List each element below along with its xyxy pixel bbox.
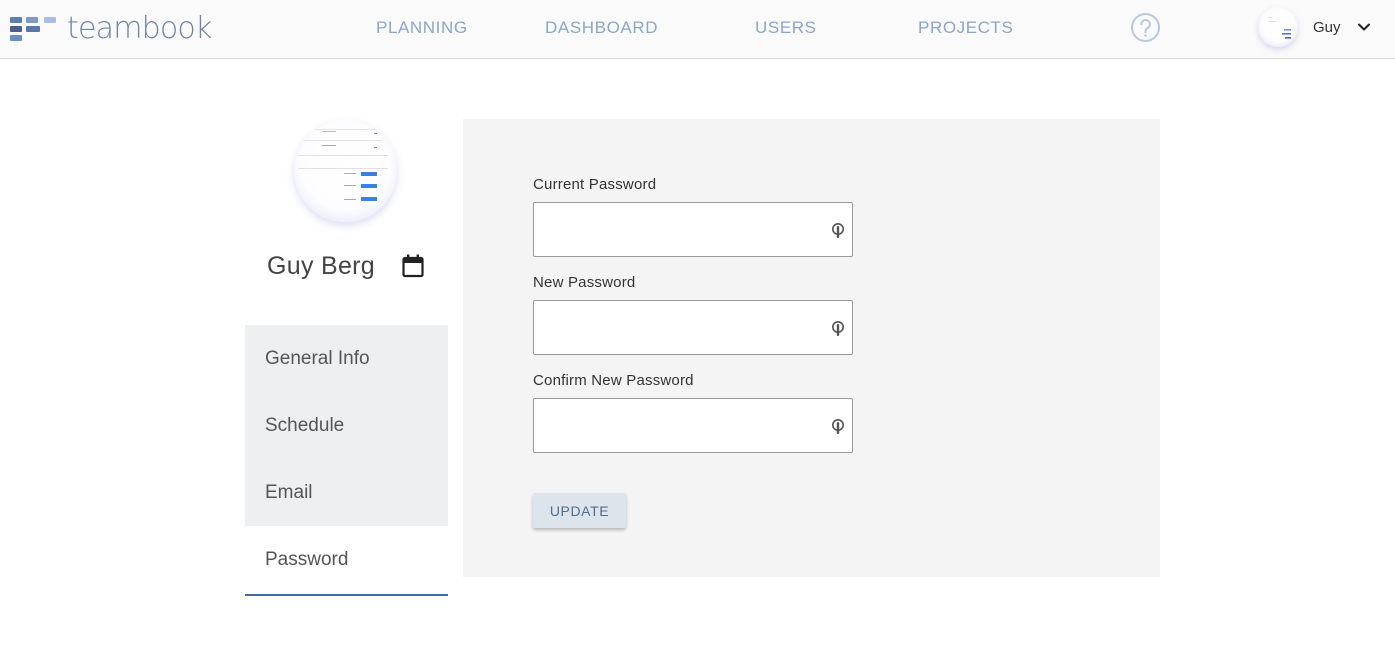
side-item-general-info[interactable]: General Info — [245, 325, 448, 392]
side-item-email[interactable]: Email — [245, 459, 448, 526]
logo-mark-icon — [10, 15, 58, 45]
app-name: teambook — [67, 11, 212, 46]
nav-dashboard[interactable]: DASHBOARD — [545, 18, 658, 38]
chevron-down-icon[interactable] — [1357, 20, 1371, 34]
current-password-input[interactable] — [534, 203, 852, 256]
side-item-label: General Info — [265, 347, 370, 369]
nav-projects[interactable]: PROJECTS — [918, 18, 1013, 38]
side-item-label: Password — [265, 549, 349, 570]
profile-avatar — [294, 119, 397, 222]
user-avatar[interactable] — [1258, 7, 1298, 47]
side-item-schedule[interactable]: Schedule — [245, 392, 448, 459]
key-icon[interactable] — [831, 320, 845, 337]
app-logo[interactable]: teambook — [10, 11, 212, 46]
password-form-panel: Current Password New Password Confirm Ne… — [463, 119, 1160, 577]
side-item-password[interactable]: Password — [245, 526, 448, 596]
side-item-label: Schedule — [265, 414, 345, 436]
avatar-image-icon — [1267, 17, 1291, 39]
calendar-icon[interactable] — [402, 254, 424, 278]
key-icon[interactable] — [831, 222, 845, 239]
update-button[interactable]: UPDATE — [533, 493, 626, 528]
avatar-image-icon — [298, 129, 388, 201]
side-item-label: Email — [265, 481, 313, 503]
confirm-password-field[interactable] — [533, 398, 853, 453]
key-icon[interactable] — [831, 418, 845, 435]
nav-users[interactable]: USERS — [755, 18, 817, 38]
top-bar: teambook PLANNING DASHBOARD USERS PROJEC… — [0, 0, 1395, 59]
current-password-label: Current Password — [533, 176, 657, 193]
help-circle-icon[interactable] — [1130, 12, 1161, 43]
current-password-field[interactable] — [533, 202, 853, 257]
new-password-input[interactable] — [534, 301, 852, 354]
new-password-field[interactable] — [533, 300, 853, 355]
profile-name: Guy Berg — [267, 252, 376, 280]
user-name[interactable]: Guy — [1313, 19, 1341, 36]
profile-side-menu: General Info Schedule Email Password — [245, 325, 448, 596]
confirm-password-label: Confirm New Password — [533, 372, 694, 389]
new-password-label: New Password — [533, 274, 636, 291]
confirm-password-input[interactable] — [534, 399, 852, 452]
nav-planning[interactable]: PLANNING — [376, 18, 468, 38]
